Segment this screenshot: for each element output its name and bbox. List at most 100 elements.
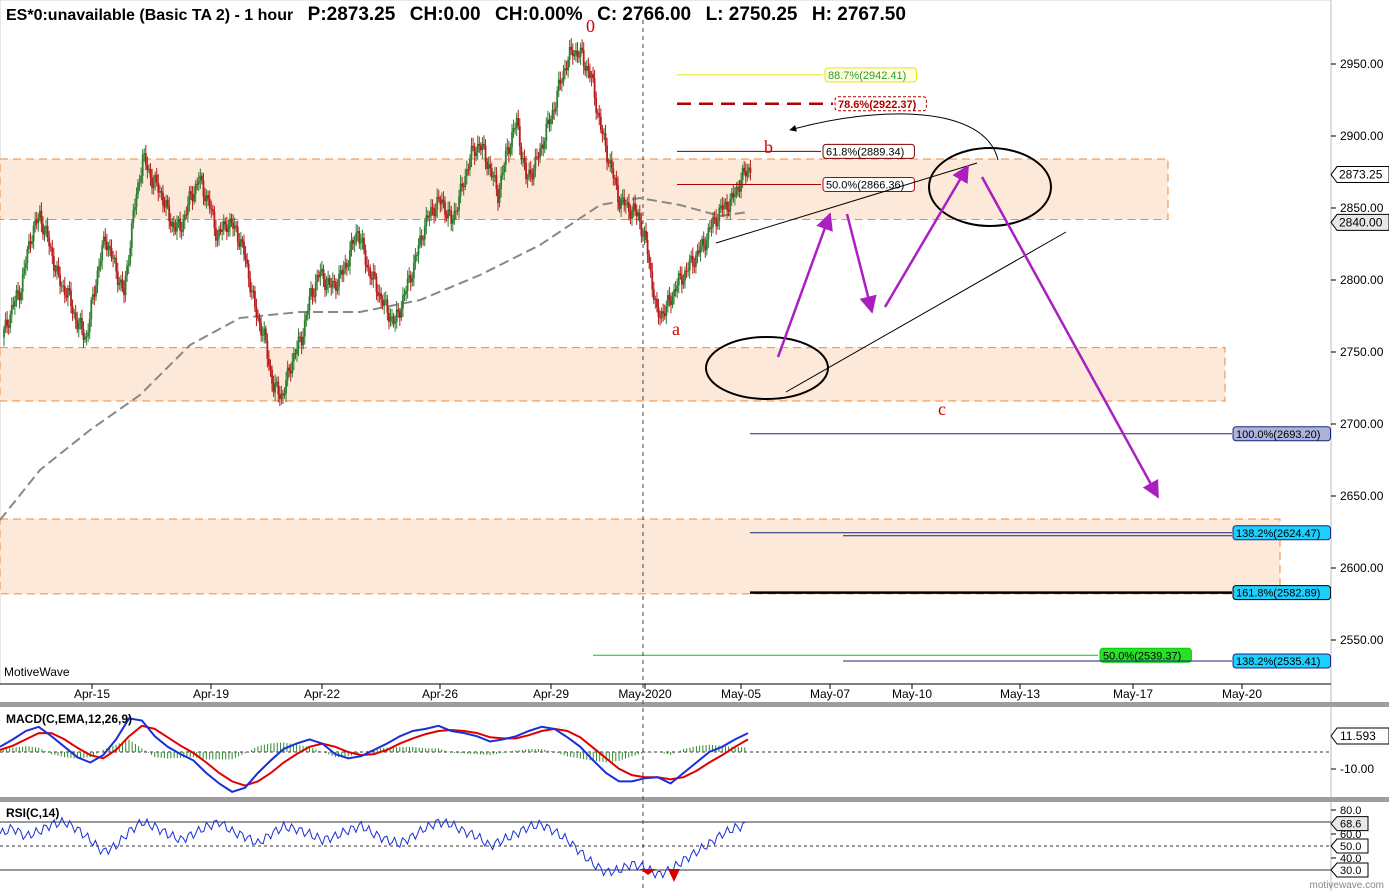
candle-body (171, 222, 174, 227)
candle-body (261, 335, 264, 337)
candle-body (165, 200, 167, 208)
candle-body (88, 319, 91, 333)
candle-body (124, 275, 127, 296)
candle-body (557, 79, 560, 91)
candle-body (394, 322, 397, 324)
candle-body (747, 167, 750, 171)
candle-body (232, 222, 234, 229)
candle-body (450, 210, 453, 224)
candle-body (177, 218, 180, 223)
candle-body (135, 194, 138, 208)
candle-body (718, 207, 721, 222)
candle-body (218, 229, 220, 238)
candle-body (48, 237, 51, 247)
candle-body (593, 78, 596, 98)
candle-body (445, 214, 448, 219)
candle-body (29, 241, 32, 245)
candle-body (263, 328, 266, 336)
candle-body (197, 180, 200, 185)
candle-body (512, 127, 515, 132)
candle-body (266, 340, 269, 359)
candle-body (603, 133, 605, 135)
candle-body (275, 381, 278, 383)
time-axis[interactable]: Apr-15 Apr-19 Apr-22 Apr-26 Apr-29 May-2020 Ma… (0, 683, 1331, 701)
candle-body (425, 215, 428, 227)
zone-3 (0, 518, 1281, 595)
candle-body (28, 241, 30, 249)
price-axis[interactable]: 2950.00 2900.00 2850.00 2800.00 2750.00 2700.… (1330, 57, 1389, 647)
candle-body (107, 245, 110, 251)
x-tick-label: May-05 (721, 687, 761, 701)
candle-body (91, 294, 94, 300)
candle-body (18, 293, 21, 301)
candle-body (684, 270, 686, 281)
x-tick-label: May-17 (1113, 687, 1153, 701)
candle-body (556, 90, 559, 109)
candle-body (651, 271, 654, 290)
candle-body (280, 393, 283, 400)
candle-body (545, 123, 548, 142)
candle-body (660, 311, 663, 319)
candle-body (127, 263, 130, 266)
candle-body (609, 159, 612, 164)
candle-body (87, 332, 90, 337)
candle-body (249, 278, 252, 293)
candle-body (15, 290, 18, 301)
rsi-pane: 80.068.660.050.040.030.0 (0, 805, 1369, 882)
wave-label-c: c (938, 399, 946, 419)
candle-body (490, 168, 493, 178)
candle-body (455, 210, 457, 212)
candle-body (420, 235, 423, 240)
pane-separator-2[interactable] (0, 797, 1389, 802)
candle-body (587, 66, 590, 71)
candle-body (395, 309, 398, 323)
candle-body (699, 246, 702, 254)
candle-body (23, 268, 26, 274)
candle-body (638, 212, 641, 222)
candle-body (634, 203, 637, 212)
candle-body (514, 127, 517, 129)
pane-separator-1[interactable] (0, 702, 1389, 707)
candle-body (188, 191, 191, 205)
candle-body (456, 210, 459, 212)
candle-body (568, 46, 571, 60)
candle-body (356, 231, 359, 233)
candle-body (727, 210, 730, 212)
price-marker-label: 2840.00 (1339, 215, 1383, 229)
candle-body (112, 257, 114, 259)
candle-body (155, 174, 158, 183)
candle-body (186, 204, 189, 215)
candle-body (277, 381, 280, 395)
candle-body (130, 223, 133, 248)
candle-body (716, 221, 719, 227)
candle-body (643, 230, 646, 237)
candle-body (99, 260, 102, 267)
y-tick-label: 2550.00 (1340, 633, 1384, 647)
candle-body (693, 265, 696, 267)
candle-body (313, 296, 316, 298)
candle-body (710, 226, 713, 229)
candle-body (286, 367, 289, 381)
candle-body (59, 274, 61, 286)
candle-body (709, 227, 711, 229)
candle-body (483, 143, 485, 146)
candle-body (442, 199, 445, 203)
candle-body (389, 316, 392, 322)
wave-label-a: a (672, 319, 680, 339)
candle-body (375, 276, 378, 292)
x-tick-label: May-07 (810, 687, 850, 701)
candle-body (702, 238, 705, 246)
y-tick-label: 2850.00 (1340, 201, 1384, 215)
candle-body (536, 156, 538, 158)
candle-body (355, 232, 358, 243)
zone-2 (0, 347, 1226, 402)
wave-label-b: b (764, 137, 773, 157)
candle-body (207, 195, 210, 199)
candle-body (330, 284, 333, 288)
candle-body (592, 73, 594, 79)
x-tick-label: May-13 (1000, 687, 1040, 701)
y-tick-label: 2950.00 (1340, 57, 1384, 71)
candle-body (7, 325, 10, 328)
chart-canvas[interactable]: 88.7%(2942.41) 78.6%(2922.37) 61.8%(2889.3… (0, 0, 1389, 891)
candle-body (503, 165, 506, 173)
